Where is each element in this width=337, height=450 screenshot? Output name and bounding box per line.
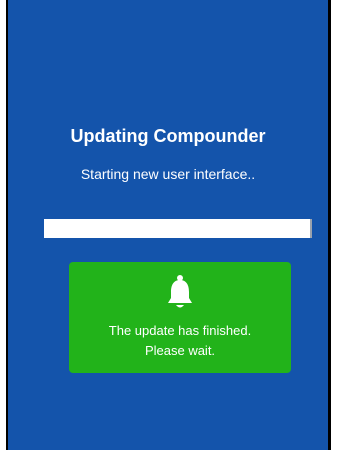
notice-line-1: The update has finished. — [108, 323, 252, 338]
update-finished-notice: The update has finished. Please wait. — [69, 262, 291, 373]
bell-icon — [168, 275, 192, 308]
progress-bar — [44, 219, 312, 238]
progress-fill — [44, 219, 310, 238]
update-screen: Updating Compounder Starting new user in… — [8, 0, 328, 450]
status-subtitle: Starting new user interface.. — [80, 166, 256, 182]
notice-line-2: Please wait. — [144, 343, 216, 358]
page-title: Updating Compounder — [70, 126, 266, 146]
